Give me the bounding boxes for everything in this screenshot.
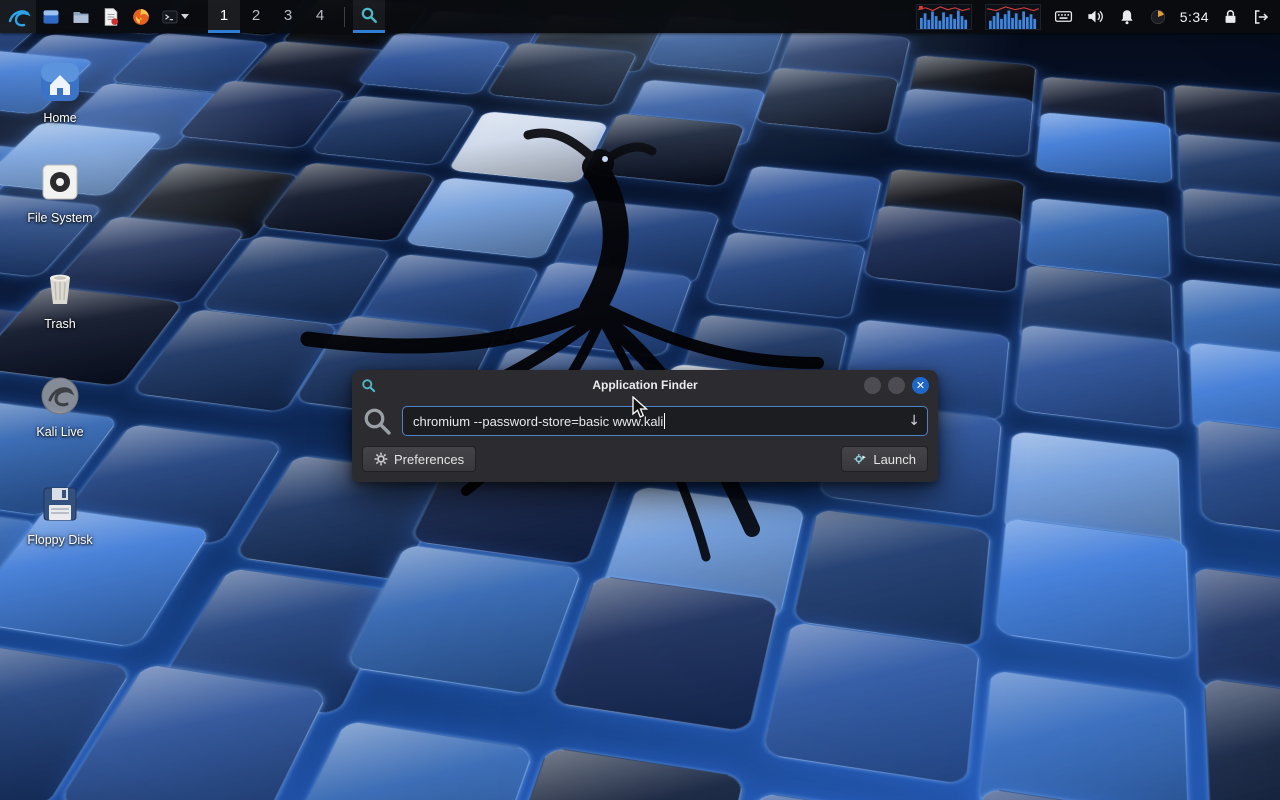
terminal-launcher[interactable]	[156, 0, 194, 33]
wallpaper-cube	[1015, 325, 1181, 430]
trash-icon	[38, 266, 82, 310]
wallpaper-cube	[1182, 188, 1280, 271]
app-finder-icon	[361, 378, 376, 393]
terminal-icon	[161, 6, 179, 28]
application-finder-window: Application Finder ✕ chromium --password…	[352, 370, 938, 482]
kali-menu-icon	[7, 5, 31, 29]
kali-live-icon	[38, 374, 82, 418]
wallpaper-cube	[1197, 419, 1280, 545]
panel-status-area: 5:34	[916, 4, 1280, 30]
search-icon	[362, 406, 392, 436]
wallpaper-cube	[1204, 678, 1280, 800]
file-manager-launcher[interactable]	[66, 0, 96, 33]
preferences-button-label: Preferences	[394, 452, 464, 467]
clock[interactable]: 5:34	[1180, 9, 1209, 25]
file-system-icon	[38, 160, 82, 204]
screenlock-icon[interactable]	[1222, 8, 1239, 25]
desktop-icon-kali-live[interactable]: Kali Live	[0, 374, 120, 439]
logout-icon[interactable]	[1252, 8, 1270, 26]
desktop-icon-floppy-disk[interactable]: Floppy Disk	[0, 482, 120, 547]
volume-icon[interactable]	[1086, 7, 1105, 26]
notifications-bell-icon[interactable]	[1118, 8, 1136, 26]
kali-dragon-logo	[270, 105, 910, 565]
file-manager-icon	[71, 6, 91, 28]
workspace-switcher: 1 2 3 4	[208, 0, 336, 33]
wallpaper-cube	[762, 621, 980, 785]
panel-separator	[344, 7, 345, 27]
minimize-button[interactable]	[864, 377, 881, 394]
close-button[interactable]: ✕	[912, 377, 929, 394]
floppy-disk-icon	[38, 482, 82, 526]
updates-icon[interactable]	[1149, 8, 1167, 26]
desktop-icon-home[interactable]: Home	[0, 60, 120, 125]
firefox-launcher[interactable]	[126, 0, 156, 33]
dialog-buttons: Preferences Launch	[352, 436, 938, 482]
kali-menu-button[interactable]	[0, 0, 36, 33]
desktop-icon-label: Floppy Disk	[27, 533, 92, 547]
wallpaper-cube	[1036, 112, 1172, 184]
document-launcher[interactable]	[96, 0, 126, 33]
dropdown-arrow-icon[interactable]: ↓	[908, 413, 920, 429]
workspace-3[interactable]: 3	[272, 0, 304, 33]
workspace-2[interactable]: 2	[240, 0, 272, 33]
workspace-1[interactable]: 1	[208, 0, 240, 33]
spectrum-graph-1[interactable]	[916, 4, 972, 30]
wallpaper-cube	[275, 720, 535, 800]
desktop-icon-label: File System	[27, 211, 92, 225]
home-icon	[38, 60, 82, 104]
maximize-button[interactable]	[888, 377, 905, 394]
launch-button-label: Launch	[873, 452, 916, 467]
wallpaper-cube	[978, 669, 1189, 800]
chevron-down-icon[interactable]	[181, 14, 189, 19]
workspace-4[interactable]: 4	[304, 0, 336, 33]
files-launcher[interactable]	[36, 0, 66, 33]
gear-icon	[374, 452, 388, 466]
preferences-button[interactable]: Preferences	[362, 446, 476, 472]
app-finder-task-icon	[360, 6, 378, 24]
wallpaper-cube	[995, 517, 1190, 660]
wallpaper-cube	[494, 747, 745, 800]
launch-icon	[853, 452, 867, 466]
search-input-value: chromium --password-store=basic www.kali	[413, 414, 663, 429]
desktop-icon-label: Home	[43, 111, 76, 125]
top-panel: 1 2 3 4	[0, 0, 1280, 33]
desktop-icon-file-system[interactable]: File System	[0, 160, 120, 225]
wallpaper-cube	[723, 792, 961, 800]
search-row: chromium --password-store=basic www.kali…	[352, 400, 938, 436]
taskbar-app-finder-button[interactable]	[353, 0, 385, 33]
search-input[interactable]: chromium --password-store=basic www.kali…	[402, 406, 928, 436]
document-icon	[101, 6, 121, 28]
keyboard-icon[interactable]	[1054, 7, 1073, 26]
text-caret	[664, 413, 665, 429]
wallpaper-cube	[895, 88, 1034, 157]
wallpaper-cube	[550, 575, 779, 733]
desktop-icon-trash[interactable]: Trash	[0, 266, 120, 331]
window-controls: ✕	[864, 377, 929, 394]
desktop-icon-label: Kali Live	[36, 425, 83, 439]
spectrum-graph-2[interactable]	[985, 4, 1041, 30]
files-icon	[41, 6, 61, 28]
window-title: Application Finder	[352, 378, 938, 392]
firefox-icon	[131, 6, 151, 28]
titlebar[interactable]: Application Finder ✕	[352, 370, 938, 400]
launch-button[interactable]: Launch	[841, 446, 928, 472]
desktop-icon-label: Trash	[44, 317, 76, 331]
